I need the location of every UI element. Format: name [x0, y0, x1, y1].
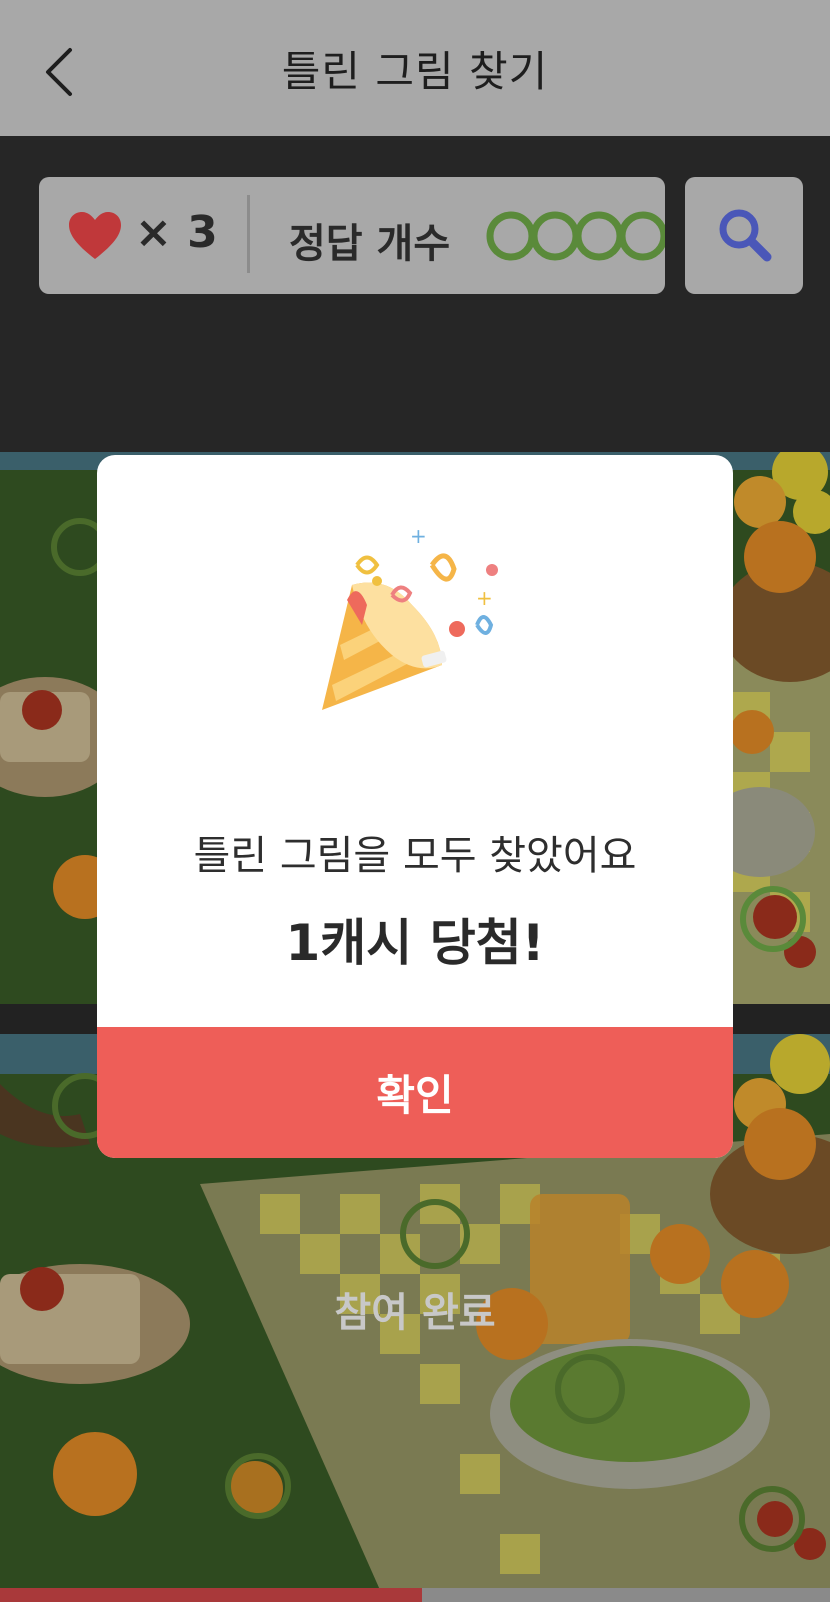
success-modal: + + 틀린 그림을 모두 찾았어요 1캐시 당첨! 확인: [97, 455, 733, 1158]
confirm-button[interactable]: 확인: [97, 1027, 733, 1158]
bottom-tab-active[interactable]: [0, 1588, 422, 1602]
search-icon: [719, 209, 772, 262]
back-button[interactable]: [40, 40, 90, 100]
lives-count: × 3: [135, 207, 218, 258]
page-title: 틀린 그림 찾기: [281, 46, 549, 96]
success-message: 틀린 그림을 모두 찾았어요: [193, 833, 637, 879]
bottom-tab-inactive[interactable]: [422, 1588, 830, 1602]
participation-complete-label: 참여 완료: [334, 1290, 496, 1336]
app-header: 틀린 그림 찾기: [0, 0, 830, 136]
prize-text: 1캐시 당첨!: [285, 914, 545, 972]
hint-search-button[interactable]: [685, 177, 803, 294]
divider: [247, 195, 250, 273]
answer-progress-circles: [486, 211, 665, 261]
chevron-left-icon: [46, 48, 72, 96]
svg-text:+: +: [476, 586, 493, 610]
answer-count-label: 정답 개수: [289, 221, 451, 267]
status-panel: × 3 정답 개수: [39, 177, 665, 294]
svg-text:+: +: [410, 525, 427, 548]
party-popper-icon: + +: [322, 525, 498, 710]
heart-icon: [69, 212, 121, 259]
